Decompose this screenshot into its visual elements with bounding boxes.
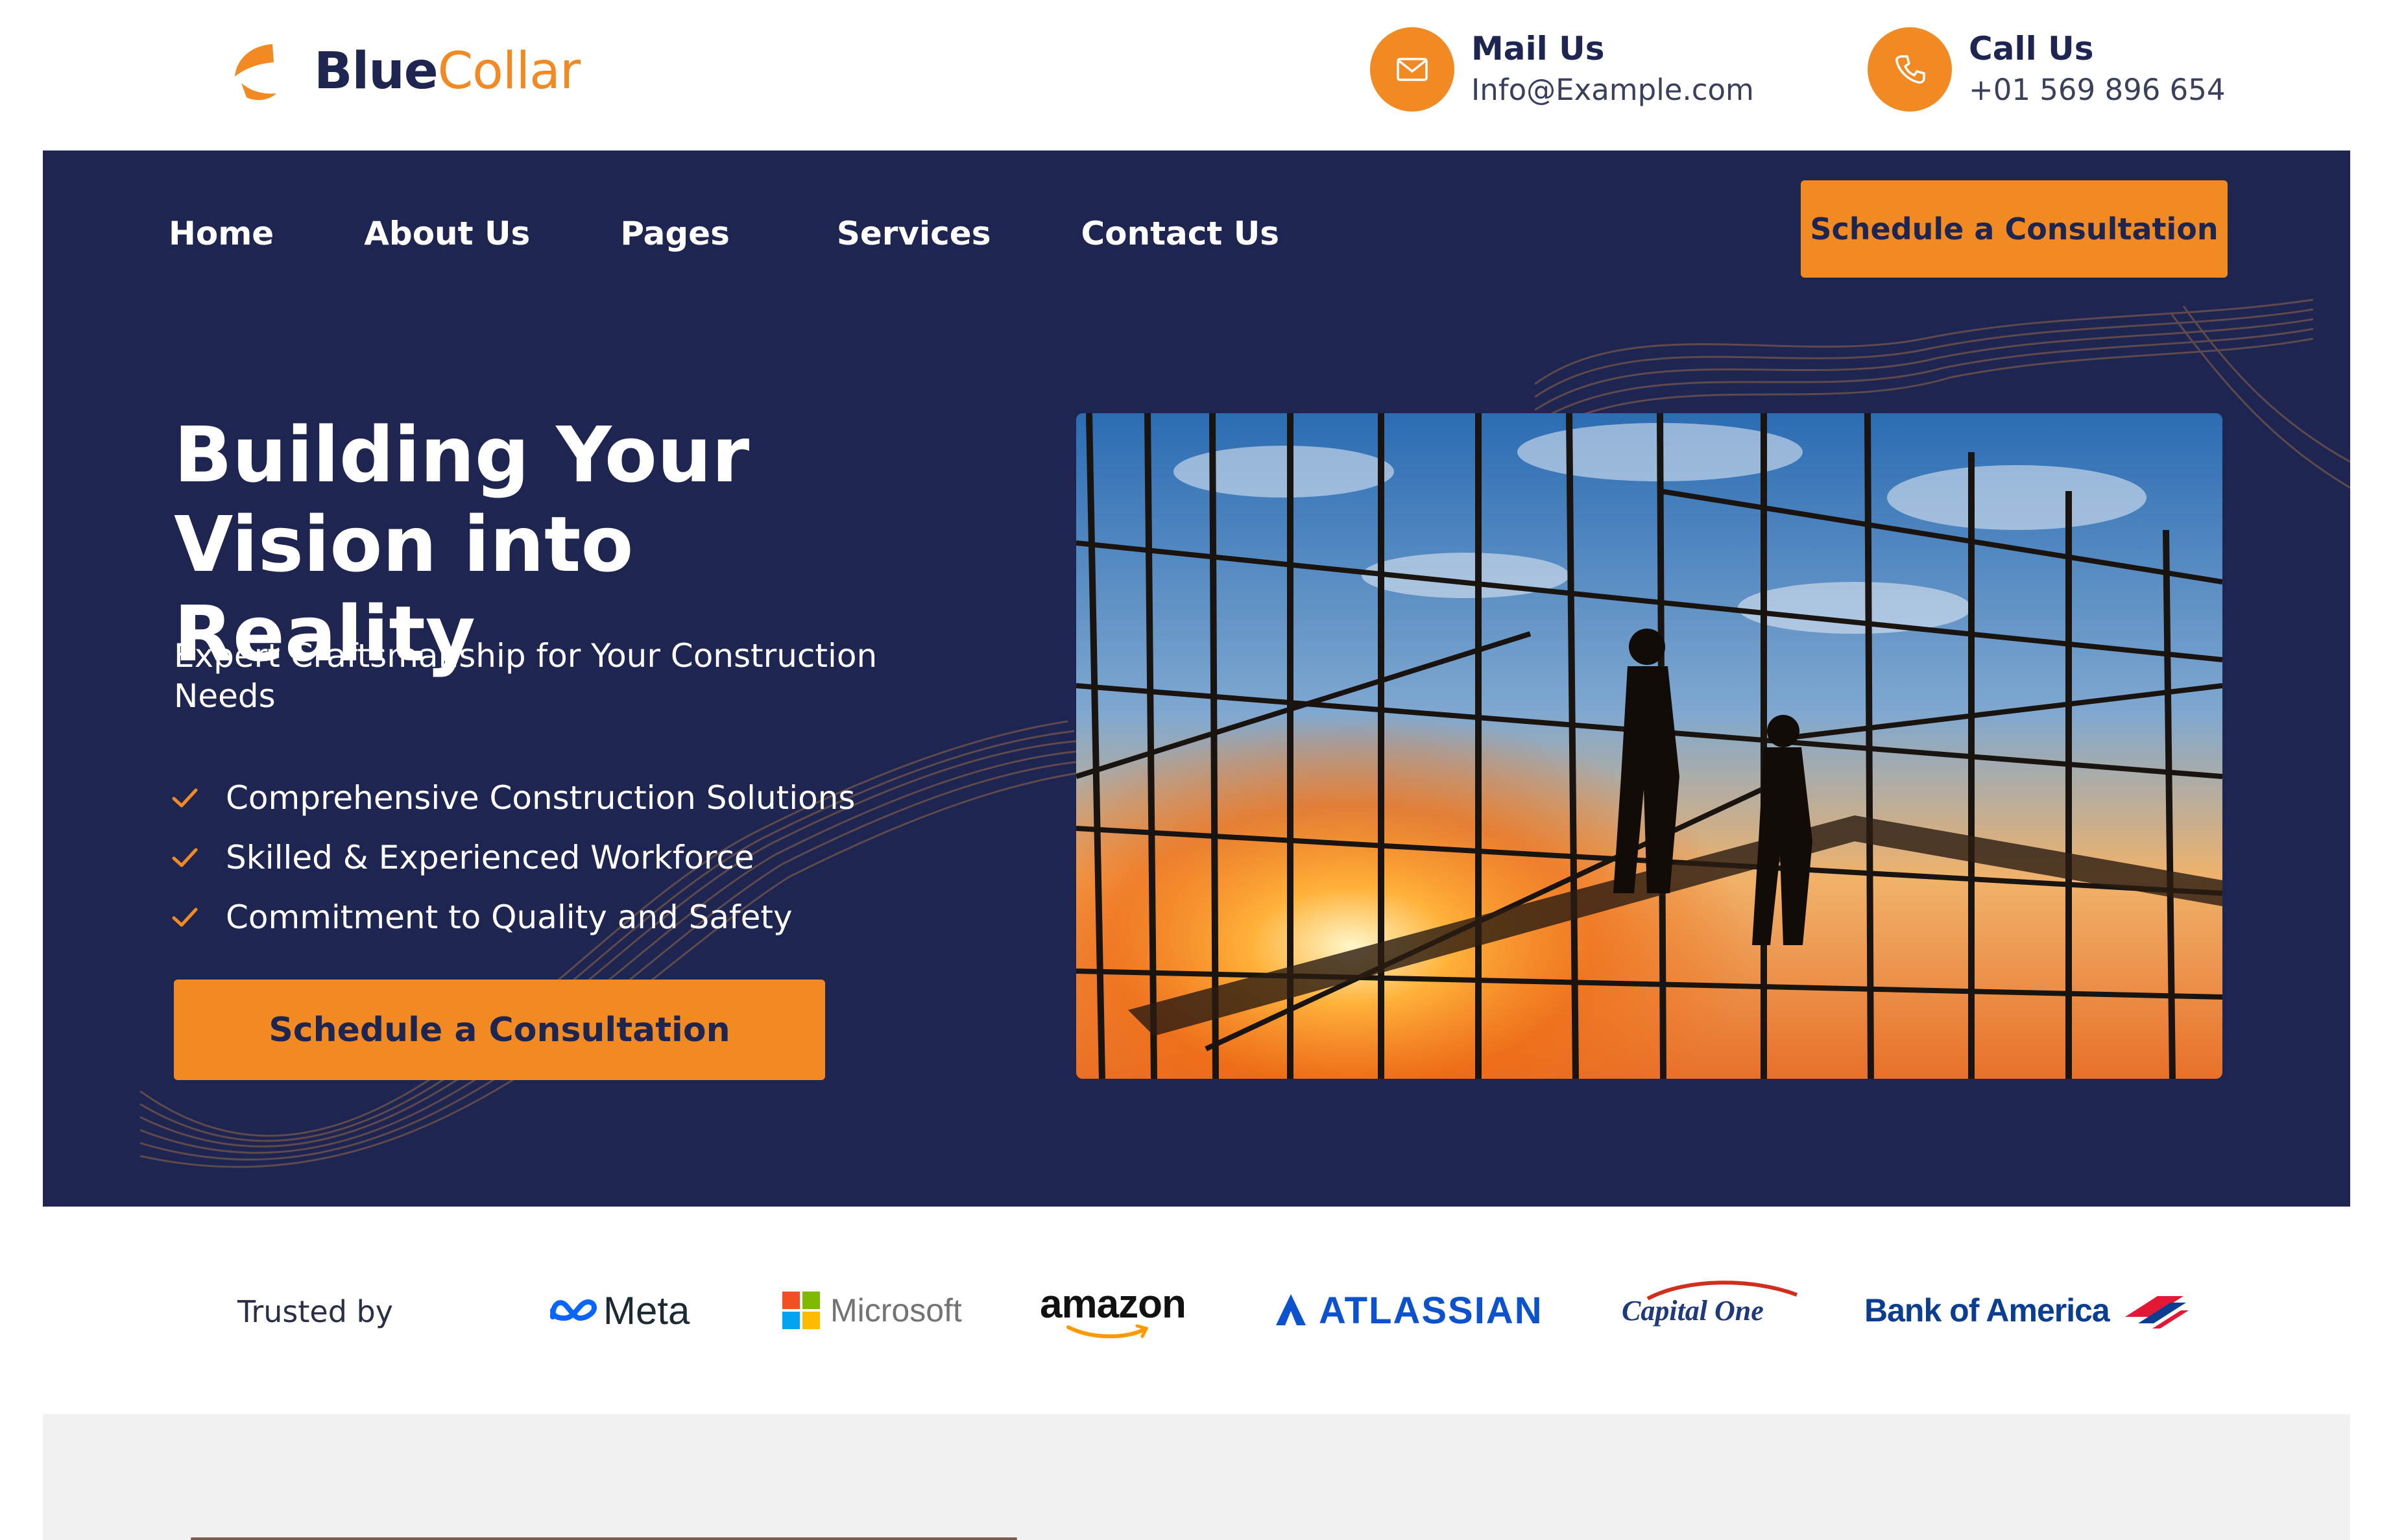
bank-of-america-flag-icon (2124, 1296, 2189, 1329)
meta-logo: Meta (549, 1271, 690, 1349)
feature-item: Skilled & Experienced Workforce (169, 828, 855, 887)
bank-of-america-logo: Bank of America (1864, 1271, 2190, 1349)
capital-one-swoosh-icon (1646, 1281, 1798, 1300)
contact-call[interactable]: Call Us +01 569 896 654 (1868, 27, 2226, 112)
hero-scaffolding-image (1076, 413, 2222, 1079)
hero-subtitle: Expert Craftsmanship for Your Constructi… (174, 637, 878, 715)
logo-icon (227, 39, 292, 104)
trusted-by-label: Trusted by (237, 1294, 393, 1329)
mail-value[interactable]: Info@Example.com (1471, 69, 1754, 111)
meta-infinity-icon (550, 1299, 597, 1321)
microsoft-logo: Microsoft (782, 1271, 962, 1349)
microsoft-squares-icon (782, 1292, 820, 1329)
main-nav: Home About Us Pages Services Contact Us (169, 208, 1369, 259)
mail-title: Mail Us (1471, 30, 1605, 67)
section-divider (191, 1537, 1017, 1540)
nav-contact-us[interactable]: Contact Us (1081, 215, 1279, 252)
trusted-by-section: Trusted by Meta Microsoft amazon ATLASSI… (0, 1207, 2393, 1414)
atlassian-icon (1276, 1294, 1306, 1325)
nav-pages[interactable]: Pages (620, 215, 730, 252)
brand-name: BlueCollar (314, 42, 581, 101)
nav-about-us[interactable]: About Us (364, 215, 530, 252)
phone-icon (1868, 27, 1952, 112)
amazon-logo: amazon (1040, 1271, 1186, 1349)
nav-home[interactable]: Home (169, 215, 274, 252)
hero-section: Home About Us Pages Services Contact Us … (43, 150, 2350, 1207)
check-icon (169, 841, 201, 874)
nav-schedule-consultation-button[interactable]: Schedule a Consultation (1801, 180, 2228, 278)
amazon-smile-icon (1066, 1324, 1149, 1338)
feature-item: Commitment to Quality and Safety (169, 887, 855, 947)
hero-schedule-consultation-button[interactable]: Schedule a Consultation (174, 980, 825, 1080)
nav-services[interactable]: Services (837, 215, 991, 252)
feature-list: Comprehensive Construction Solutions Ski… (169, 768, 855, 947)
feature-item: Comprehensive Construction Solutions (169, 768, 855, 828)
check-icon (169, 901, 201, 933)
mail-icon (1370, 27, 1454, 112)
call-title: Call Us (1969, 30, 2094, 67)
atlassian-logo: ATLASSIAN (1273, 1271, 1543, 1349)
brand-logo[interactable]: BlueCollar (227, 32, 581, 110)
capital-one-logo: Capital One (1622, 1271, 1798, 1349)
check-icon (169, 782, 201, 814)
top-header: BlueCollar Mail Us Info@Example.com Call… (43, 0, 2350, 150)
call-value[interactable]: +01 569 896 654 (1969, 69, 2226, 111)
contact-mail[interactable]: Mail Us Info@Example.com (1370, 27, 1754, 112)
next-section (43, 1414, 2350, 1540)
